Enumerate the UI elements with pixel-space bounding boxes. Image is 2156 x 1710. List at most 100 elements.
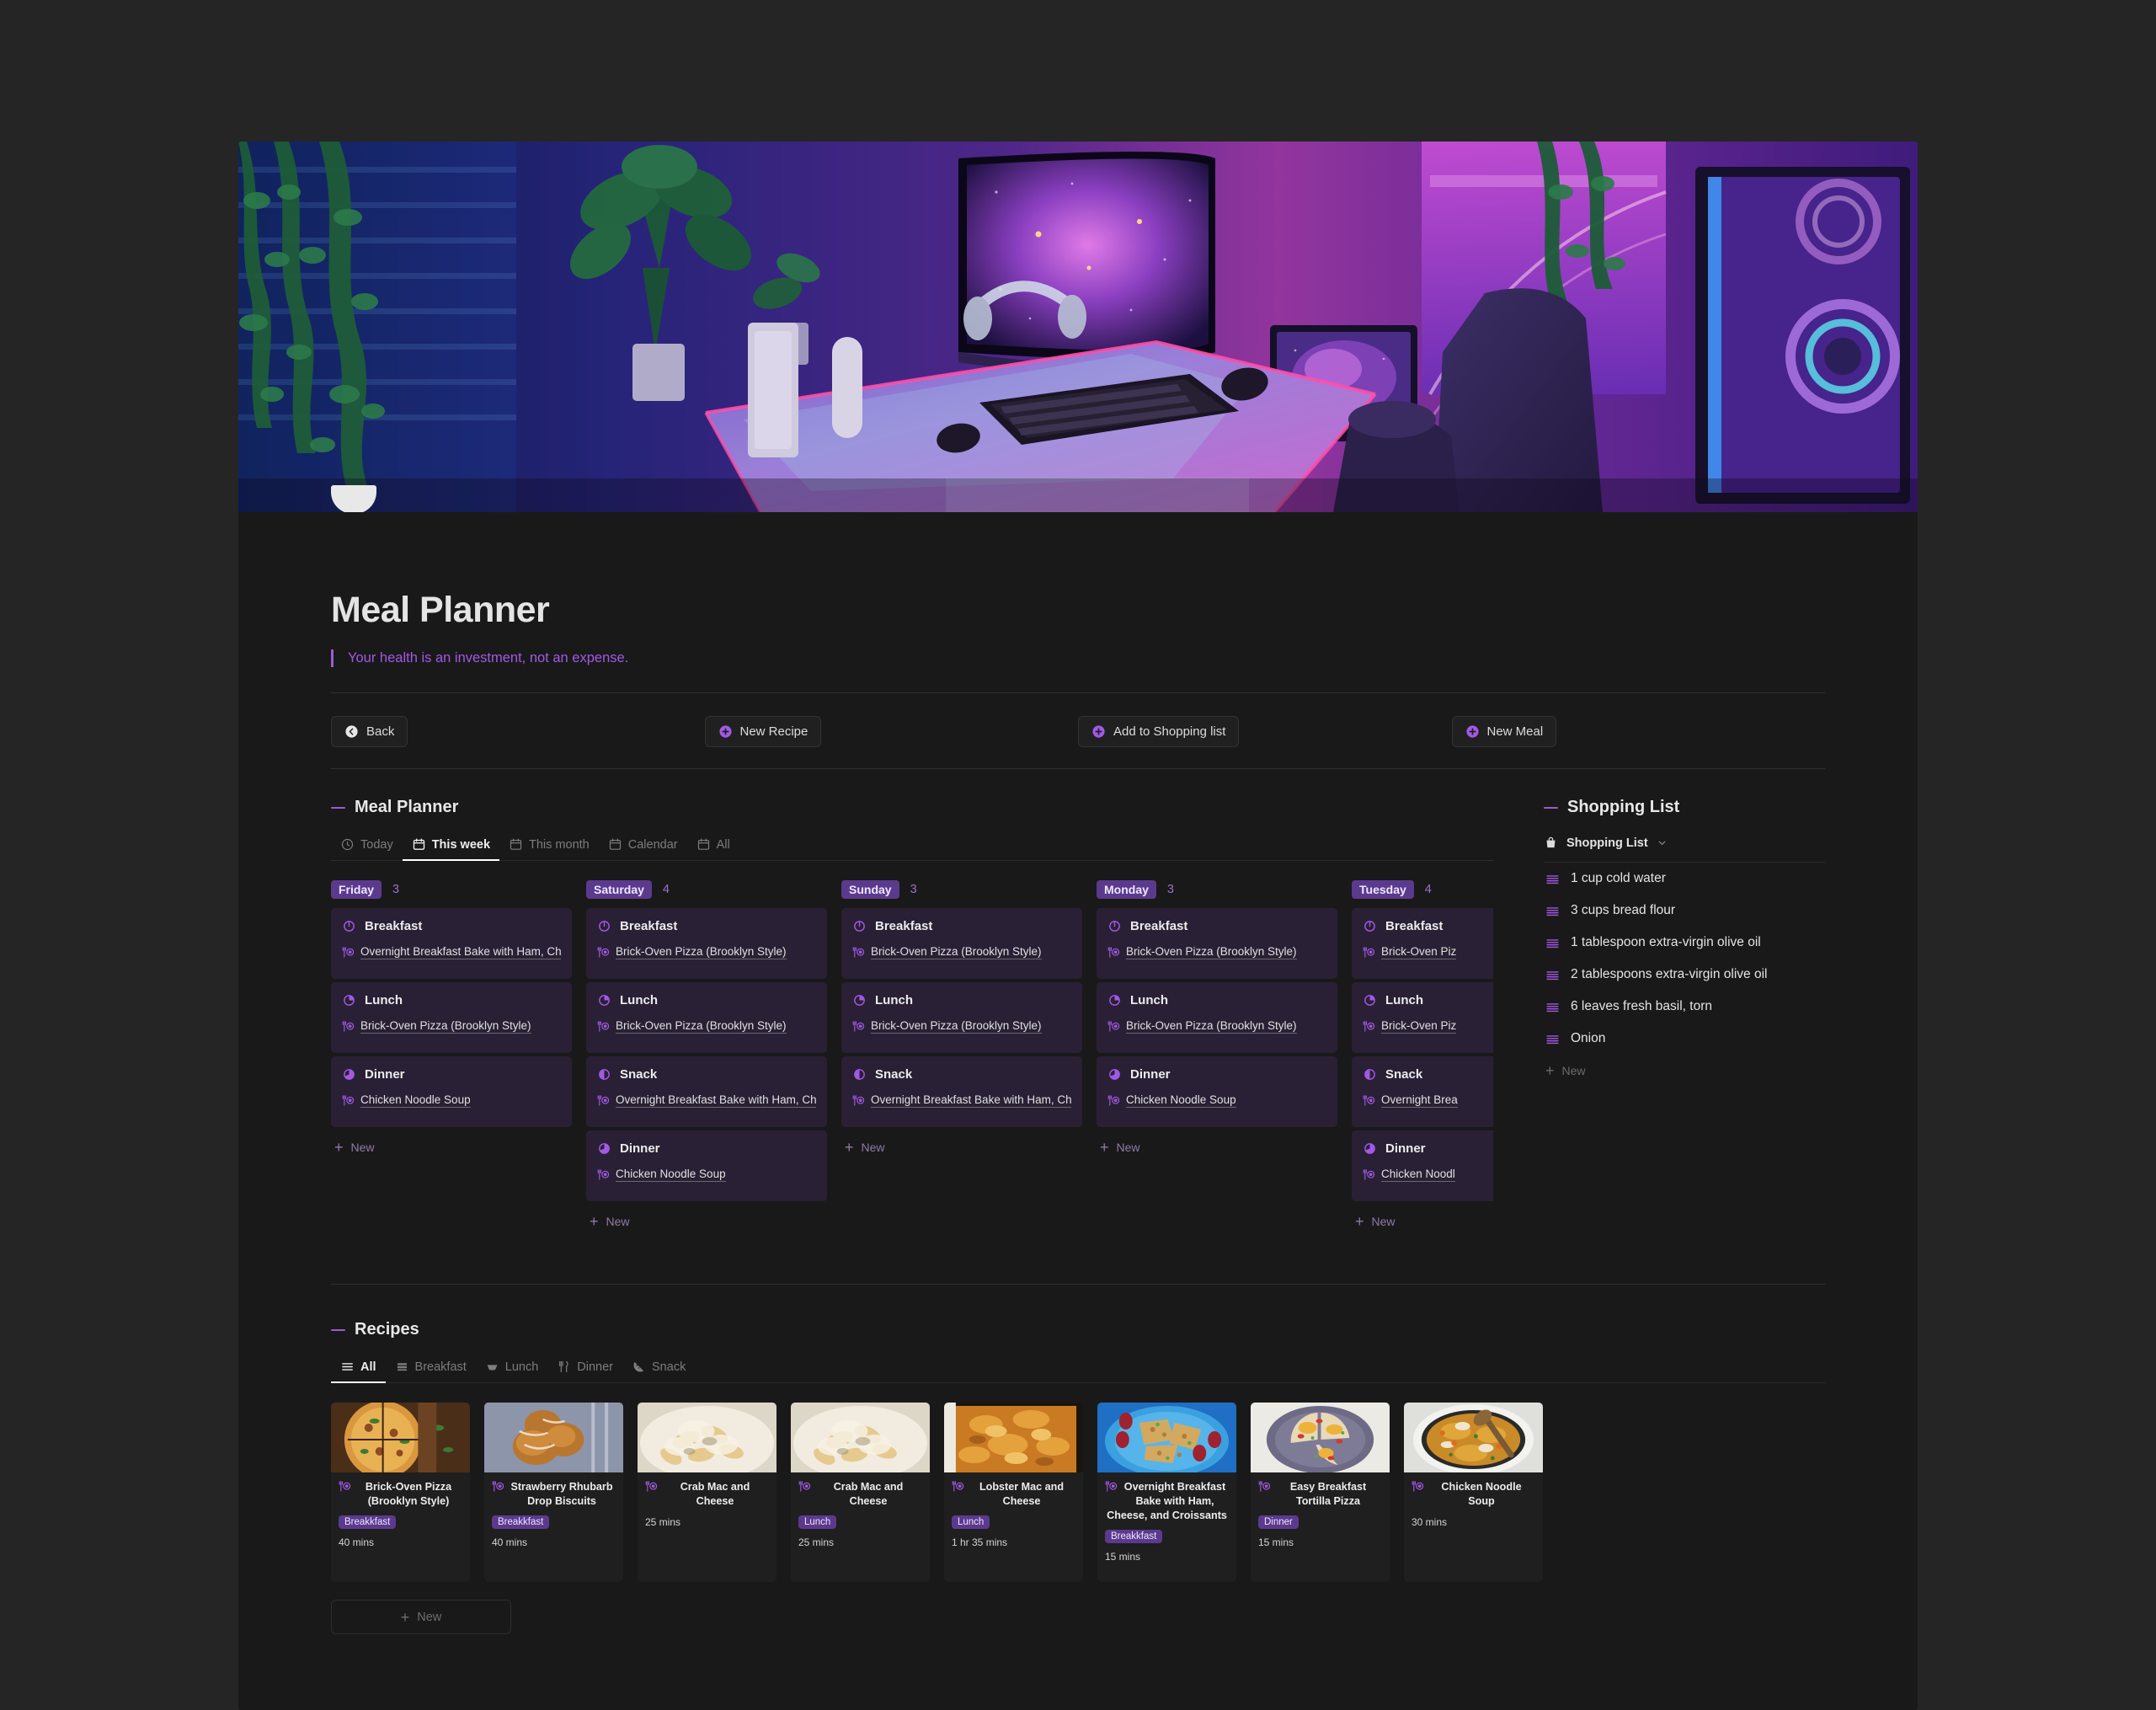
meal-card[interactable]: Lunch Brick-Oven Pizza (Brooklyn Style) xyxy=(841,982,1082,1054)
meal-card[interactable]: Dinner Chicken Noodle Soup xyxy=(331,1056,572,1128)
shopping-list-item[interactable]: 1 tablespoon extra-virgin olive oil xyxy=(1544,927,1825,959)
meal-recipe-link[interactable]: Overnight Brea xyxy=(1363,1093,1493,1109)
recipe-tab-snack-label: Snack xyxy=(652,1360,686,1374)
meal-recipe-link[interactable]: Overnight Breakfast Bake with Ham, Che xyxy=(342,945,561,960)
recipe-card[interactable]: Chicken Noodle Soup 30 mins xyxy=(1404,1403,1543,1583)
meal-recipe-label: Brick-Oven Piz xyxy=(1381,945,1457,960)
meal-recipe-link[interactable]: Brick-Oven Pizza (Brooklyn Style) xyxy=(597,1019,816,1034)
meal-planner-heading: Meal Planner xyxy=(331,798,1493,817)
recipe-tab-snack[interactable]: Snack xyxy=(622,1356,695,1382)
meal-recipe-link[interactable]: Brick-Oven Pizza (Brooklyn Style) xyxy=(1107,1019,1326,1034)
recipe-tab-breakfast[interactable]: Breakfast xyxy=(386,1356,476,1382)
shopping-list-item[interactable]: 6 leaves fresh basil, torn xyxy=(1544,991,1825,1023)
shopping-list-item-label: 1 tablespoon extra-virgin olive oil xyxy=(1571,935,1761,950)
recipe-card[interactable]: Lobster Mac and Cheese Lunch 1 hr 35 mins xyxy=(944,1403,1083,1583)
shopping-list-source-selector[interactable]: Shopping List xyxy=(1544,836,1825,850)
recipe-card-time: 1 hr 35 mins xyxy=(952,1536,1008,1549)
recipe-tab-lunch[interactable]: Lunch xyxy=(476,1356,548,1382)
meal-card[interactable]: Snack Overnight Breakfast Bake with Ham, … xyxy=(841,1056,1082,1128)
meal-recipe-link[interactable]: Brick-Oven Pizza (Brooklyn Style) xyxy=(852,945,1071,960)
meal-card[interactable]: Dinner Chicken Noodl xyxy=(1352,1130,1493,1202)
recipe-card[interactable]: Easy Breakfast Tortilla Pizza Dinner 15 mi… xyxy=(1251,1403,1390,1583)
meal-card[interactable]: Lunch Brick-Oven Pizza (Brooklyn Style) xyxy=(331,982,572,1054)
meal-recipe-link[interactable]: Brick-Oven Pizza (Brooklyn Style) xyxy=(852,1019,1071,1034)
day-name-pill[interactable]: Saturday xyxy=(586,880,652,900)
meal-recipe-link[interactable]: Chicken Noodle Soup xyxy=(597,1168,816,1183)
add-to-shopping-list-button[interactable]: Add to Shopping list xyxy=(1078,716,1240,748)
meal-type-label: Snack xyxy=(1385,1067,1423,1082)
meal-card[interactable]: Breakfast Brick-Oven Pizza (Brooklyn Styl… xyxy=(841,908,1082,980)
meal-card[interactable]: Breakfast Brick-Oven Pizza (Brooklyn Styl… xyxy=(586,908,827,980)
meal-recipe-label: Brick-Oven Pizza (Brooklyn Style) xyxy=(616,945,787,960)
meal-card[interactable]: Breakfast Brick-Oven Piz xyxy=(1352,908,1493,980)
shopping-list-new-button[interactable]: + New xyxy=(1544,1055,1825,1087)
meal-card[interactable]: Snack Overnight Brea xyxy=(1352,1056,1493,1128)
meal-recipe-link[interactable]: Overnight Breakfast Bake with Ham, Che xyxy=(852,1093,1071,1109)
tab-all[interactable]: All xyxy=(687,834,739,860)
tab-calendar[interactable]: Calendar xyxy=(599,834,687,860)
recipe-card[interactable]: Brick-Oven Pizza (Brooklyn Style) Breakkf… xyxy=(331,1403,470,1583)
meal-recipe-link[interactable]: Chicken Noodle Soup xyxy=(342,1093,561,1109)
meal-card[interactable]: Snack Overnight Breakfast Bake with Ham, … xyxy=(586,1056,827,1128)
shopping-list-item[interactable]: Onion xyxy=(1544,1023,1825,1055)
meal-card[interactable]: Breakfast Brick-Oven Pizza (Brooklyn Styl… xyxy=(1097,908,1337,980)
recipe-card[interactable]: Overnight Breakfast Bake with Ham, Chees… xyxy=(1097,1403,1236,1583)
recipe-card[interactable]: Strawberry Rhubarb Drop Biscuits Breakkfa… xyxy=(484,1403,623,1583)
shopping-list-item[interactable]: 2 tablespoons extra-virgin olive oil xyxy=(1544,959,1825,991)
meal-type-label: Dinner xyxy=(620,1141,660,1157)
meal-card[interactable]: Lunch Brick-Oven Piz xyxy=(1352,982,1493,1054)
tab-this-month[interactable]: This month xyxy=(499,834,599,860)
chevron-down-icon[interactable] xyxy=(1657,837,1668,848)
day-name-pill[interactable]: Tuesday xyxy=(1352,880,1414,900)
recipe-card[interactable]: Crab Mac and Cheese 25 mins xyxy=(638,1403,776,1583)
meal-card[interactable]: Lunch Brick-Oven Pizza (Brooklyn Style) xyxy=(1097,982,1337,1054)
tab-this-week[interactable]: This week xyxy=(402,834,500,862)
meal-recipe-link[interactable]: Brick-Oven Piz xyxy=(1363,1019,1493,1034)
action-button-bar: Back New Recipe Add to Shopping list New… xyxy=(331,693,1825,768)
new-meal-button-label: New Meal xyxy=(1486,724,1544,740)
recipe-card-title-label: Crab Mac and Cheese xyxy=(680,1481,750,1508)
meal-card[interactable]: Breakfast Overnight Breakfast Bake with H… xyxy=(331,908,572,980)
recipe-card-title-label: Overnight Breakfast Bake with Ham, Chees… xyxy=(1107,1481,1227,1522)
day-name-pill[interactable]: Monday xyxy=(1097,880,1156,900)
recipes-heading: Recipes xyxy=(331,1320,1825,1339)
back-button[interactable]: Back xyxy=(331,716,408,748)
recipe-card[interactable]: Crab Mac and Cheese Lunch 25 mins xyxy=(791,1403,930,1583)
meal-recipe-link[interactable]: Brick-Oven Piz xyxy=(1363,945,1493,960)
tab-today[interactable]: Today xyxy=(331,834,403,860)
day-new-meal-button[interactable]: + New xyxy=(586,1205,827,1238)
clock-three-quarter-icon xyxy=(599,1069,610,1081)
day-new-meal-button[interactable]: + New xyxy=(331,1130,572,1164)
recipe-card-time: 25 mins xyxy=(645,1516,681,1529)
page-icon[interactable] xyxy=(331,485,376,512)
meal-recipe-link[interactable]: Brick-Oven Pizza (Brooklyn Style) xyxy=(342,1019,561,1034)
day-column: Saturday 4 Breakfast Brick-Oven Pizza (Broo… xyxy=(586,880,827,1238)
day-new-meal-button[interactable]: + New xyxy=(1097,1130,1337,1164)
add-to-shopping-list-button-label: Add to Shopping list xyxy=(1113,724,1226,740)
plus-icon: + xyxy=(1355,1213,1364,1231)
meal-card[interactable]: Dinner Chicken Noodle Soup xyxy=(1097,1056,1337,1128)
clock-half-icon xyxy=(599,995,610,1007)
meal-recipe-link[interactable]: Brick-Oven Pizza (Brooklyn Style) xyxy=(597,945,816,960)
meal-card[interactable]: Lunch Brick-Oven Pizza (Brooklyn Style) xyxy=(586,982,827,1054)
day-name-pill[interactable]: Friday xyxy=(331,880,382,900)
stack-icon xyxy=(397,1363,407,1371)
meal-recipe-link[interactable]: Brick-Oven Pizza (Brooklyn Style) xyxy=(1107,945,1326,960)
day-name-pill[interactable]: Sunday xyxy=(841,880,899,900)
shopping-list-item[interactable]: 1 cup cold water xyxy=(1544,863,1825,895)
meal-type-label: Breakfast xyxy=(875,919,933,934)
meal-card[interactable]: Dinner Chicken Noodle Soup xyxy=(586,1130,827,1202)
new-recipe-button[interactable]: New Recipe xyxy=(704,716,822,748)
day-new-meal-button[interactable]: + New xyxy=(841,1130,1082,1164)
recipes-new-button[interactable]: + New xyxy=(331,1600,511,1635)
day-new-meal-button[interactable]: + New xyxy=(1352,1205,1493,1238)
plus-icon: + xyxy=(845,1139,854,1157)
recipe-card-title: Chicken Noodle Soup xyxy=(1412,1480,1535,1509)
recipe-tab-dinner[interactable]: Dinner xyxy=(547,1356,622,1382)
meal-recipe-link[interactable]: Overnight Breakfast Bake with Ham, Che xyxy=(597,1093,816,1109)
new-meal-button[interactable]: New Meal xyxy=(1451,716,1557,748)
meal-recipe-link[interactable]: Chicken Noodle Soup xyxy=(1107,1093,1326,1109)
meal-recipe-link[interactable]: Chicken Noodl xyxy=(1363,1168,1493,1183)
shopping-list-item[interactable]: 3 cups bread flour xyxy=(1544,895,1825,927)
recipe-tab-all[interactable]: All xyxy=(331,1356,386,1384)
